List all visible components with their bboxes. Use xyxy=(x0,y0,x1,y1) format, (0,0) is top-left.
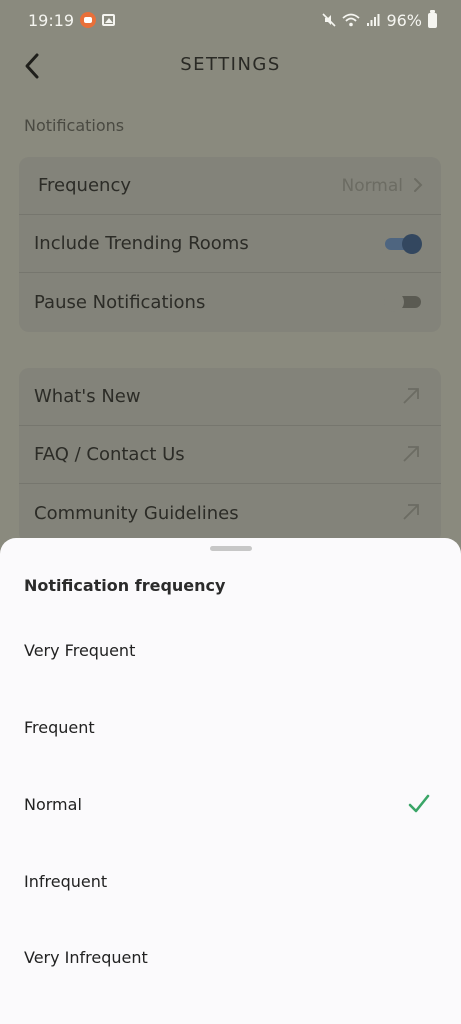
sheet-title: Notification frequency xyxy=(24,576,226,595)
frequency-value: Normal xyxy=(341,175,403,196)
option-label: Infrequent xyxy=(24,871,108,891)
battery-percent: 96% xyxy=(386,10,422,30)
sheet-drag-handle[interactable] xyxy=(210,546,252,551)
external-link-icon xyxy=(403,504,419,520)
community-guidelines-row[interactable]: Community Guidelines xyxy=(19,484,441,542)
option-infrequent[interactable]: Infrequent xyxy=(0,851,461,911)
notifications-section-title: Notifications xyxy=(24,116,125,135)
include-trending-row: Include Trending Rooms xyxy=(19,215,441,273)
option-very-frequent[interactable]: Very Frequent xyxy=(0,620,461,680)
mute-icon xyxy=(322,13,337,27)
header: SETTINGS xyxy=(0,40,461,92)
page-title: SETTINGS xyxy=(180,54,281,75)
pause-notifications-row: Pause Notifications xyxy=(19,273,441,331)
image-notification-icon xyxy=(102,14,116,26)
include-trending-label: Include Trending Rooms xyxy=(34,233,249,254)
option-label: Normal xyxy=(24,794,82,814)
community-guidelines-label: Community Guidelines xyxy=(34,502,239,524)
include-trending-toggle[interactable] xyxy=(383,233,423,255)
option-very-infrequent[interactable]: Very Infrequent xyxy=(0,927,461,987)
notifications-card: Frequency Normal Include Trending Rooms … xyxy=(19,157,441,332)
option-label: Very Frequent xyxy=(24,640,136,660)
status-right: 96% xyxy=(322,9,437,30)
external-link-icon xyxy=(403,388,419,404)
signal-icon xyxy=(367,14,380,26)
whats-new-row[interactable]: What's New xyxy=(19,368,441,426)
pause-notifications-toggle[interactable] xyxy=(383,291,423,313)
whats-new-label: What's New xyxy=(34,386,141,407)
option-label: Very Infrequent xyxy=(24,947,148,967)
status-bar: 19:19 96% xyxy=(0,0,461,40)
option-label: Frequent xyxy=(24,717,95,737)
status-left: 19:19 xyxy=(28,10,116,30)
frequency-label: Frequency xyxy=(38,175,131,196)
frequency-row[interactable]: Frequency Normal xyxy=(19,157,441,215)
faq-contact-row[interactable]: FAQ / Contact Us xyxy=(19,426,441,484)
battery-icon xyxy=(428,9,437,28)
status-time: 19:19 xyxy=(28,10,75,30)
option-normal[interactable]: Normal xyxy=(0,774,461,834)
pause-notifications-label: Pause Notifications xyxy=(34,291,206,313)
external-link-icon xyxy=(403,446,419,462)
checkmark-icon xyxy=(408,794,430,813)
faq-contact-label: FAQ / Contact Us xyxy=(34,444,185,465)
app-notification-icon xyxy=(80,12,97,28)
chevron-right-icon xyxy=(414,178,423,192)
links-card: What's New FAQ / Contact Us Community Gu… xyxy=(19,368,441,543)
frequency-bottom-sheet: Notification frequency Very Frequent Fre… xyxy=(0,538,461,1024)
option-frequent[interactable]: Frequent xyxy=(0,697,461,757)
wifi-icon xyxy=(342,13,361,27)
